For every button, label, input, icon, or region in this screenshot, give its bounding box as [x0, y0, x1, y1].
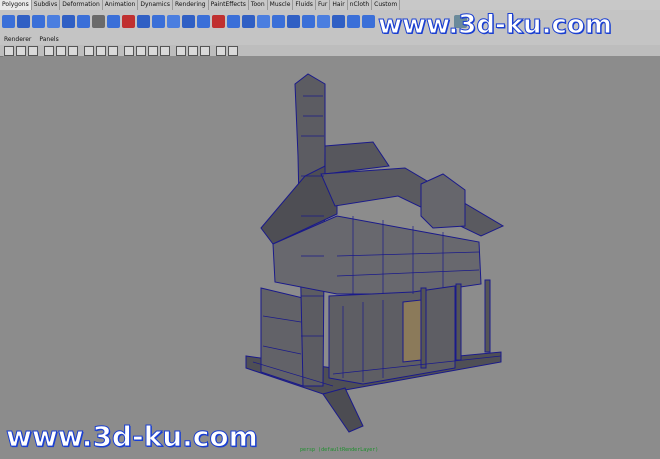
2d-pan-zoom-icon[interactable]	[56, 46, 66, 56]
shelf-tab-fur[interactable]: Fur	[316, 0, 331, 10]
extract-icon[interactable]	[137, 15, 150, 28]
shelf-tab-dynamics[interactable]: Dynamics	[138, 0, 173, 10]
wireframe-icon[interactable]	[124, 46, 134, 56]
poly-torus-icon[interactable]	[77, 15, 90, 28]
shelf-tab-muscle[interactable]: Muscle	[268, 0, 294, 10]
watermark-top: www.3d-ku.com	[378, 10, 613, 41]
shelf-tab-subdivs[interactable]: Subdivs	[32, 0, 61, 10]
shelf-tab-rendering[interactable]: Rendering	[173, 0, 209, 10]
separator-icon	[92, 15, 105, 28]
shelf-tab-animation[interactable]: Animation	[103, 0, 139, 10]
xray-icon[interactable]	[200, 46, 210, 56]
shadows-icon[interactable]	[188, 46, 198, 56]
collapse-icon[interactable]	[362, 15, 375, 28]
bookmark-icon[interactable]	[28, 46, 38, 56]
shelf-tab-hair[interactable]: Hair	[330, 0, 348, 10]
camera-label: persp (defaultRenderLayer)	[300, 447, 379, 453]
combine-icon[interactable]	[107, 15, 120, 28]
menu-panels[interactable]: Panels	[39, 35, 58, 45]
house-model-wireframe	[245, 73, 505, 433]
shelf-tab-toon[interactable]: Toon	[249, 0, 268, 10]
smooth-icon[interactable]	[167, 15, 180, 28]
image-plane-icon[interactable]	[44, 46, 54, 56]
extrude-icon[interactable]	[302, 15, 315, 28]
bridge-icon[interactable]	[317, 15, 330, 28]
menu-renderer[interactable]: Renderer	[4, 35, 31, 45]
split-polygon-icon[interactable]	[242, 15, 255, 28]
shelf-tab-custom[interactable]: Custom	[372, 0, 401, 10]
poly-sphere-icon[interactable]	[2, 15, 15, 28]
shelf-tab-polygons[interactable]: Polygons	[0, 0, 32, 10]
mirror-icon[interactable]	[197, 15, 210, 28]
poly-cube-icon[interactable]	[17, 15, 30, 28]
poly-cone-icon[interactable]	[47, 15, 60, 28]
high-quality-icon[interactable]	[228, 46, 238, 56]
boolean-icon[interactable]	[152, 15, 165, 28]
append-polygon-icon[interactable]	[227, 15, 240, 28]
separate-icon[interactable]	[122, 15, 135, 28]
shelf-tab-fluids[interactable]: Fluids	[293, 0, 316, 10]
shelf-tab-painteffects[interactable]: PaintEffects	[209, 0, 249, 10]
film-gate-icon[interactable]	[96, 46, 106, 56]
insert-edge-loop-icon[interactable]	[257, 15, 270, 28]
textured-icon[interactable]	[160, 46, 170, 56]
use-all-lights-icon[interactable]	[176, 46, 186, 56]
poly-cylinder-icon[interactable]	[32, 15, 45, 28]
wireframe-on-shaded-icon[interactable]	[148, 46, 158, 56]
grease-pencil-icon[interactable]	[68, 46, 78, 56]
merge-icon[interactable]	[347, 15, 360, 28]
watermark-bottom: www.3d-ku.com	[6, 420, 259, 454]
isolate-select-icon[interactable]	[216, 46, 226, 56]
poly-plane-icon[interactable]	[62, 15, 75, 28]
offset-edge-loop-icon[interactable]	[272, 15, 285, 28]
viewport-persp[interactable]	[3, 56, 660, 455]
select-camera-icon[interactable]	[4, 46, 14, 56]
grid-icon[interactable]	[84, 46, 94, 56]
resolution-gate-icon[interactable]	[108, 46, 118, 56]
smooth-shade-icon[interactable]	[136, 46, 146, 56]
fill-hole-icon[interactable]	[212, 15, 225, 28]
camera-attributes-icon[interactable]	[16, 46, 26, 56]
bevel-icon[interactable]	[332, 15, 345, 28]
cut-faces-icon[interactable]	[287, 15, 300, 28]
shelf-tab-deformation[interactable]: Deformation	[60, 0, 103, 10]
reduce-icon[interactable]	[182, 15, 195, 28]
shelf-tab-ncloth[interactable]: nCloth	[348, 0, 373, 10]
